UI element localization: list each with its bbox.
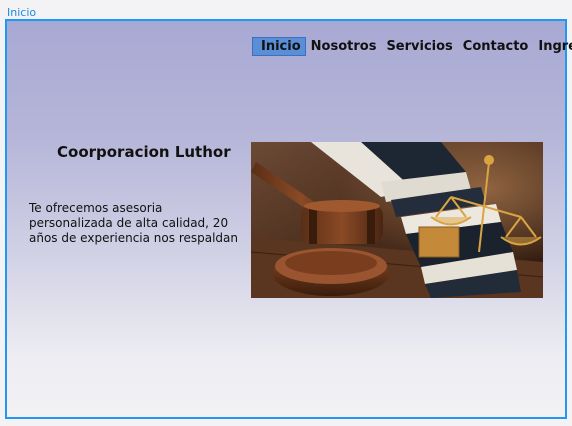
page-tab-label: Inicio bbox=[7, 6, 37, 19]
company-title: Coorporacion Luthor bbox=[57, 143, 231, 161]
nav-item-nosotros[interactable]: Nosotros bbox=[306, 37, 382, 56]
nav-item-inicio[interactable]: Inicio bbox=[252, 37, 306, 56]
nav-item-contacto[interactable]: Contacto bbox=[458, 37, 534, 56]
main-nav: Inicio Nosotros Servicios Contacto Ingre… bbox=[252, 37, 572, 56]
gavel-illustration bbox=[301, 200, 383, 244]
nav-item-servicios[interactable]: Servicios bbox=[381, 37, 457, 56]
company-description: Te ofrecemos asesoria personalizada de a… bbox=[29, 201, 239, 245]
page-frame: Inicio Nosotros Servicios Contacto Ingre… bbox=[5, 19, 572, 419]
hero-image bbox=[251, 142, 543, 298]
nav-item-ingresar[interactable]: Ingresar bbox=[533, 37, 572, 56]
